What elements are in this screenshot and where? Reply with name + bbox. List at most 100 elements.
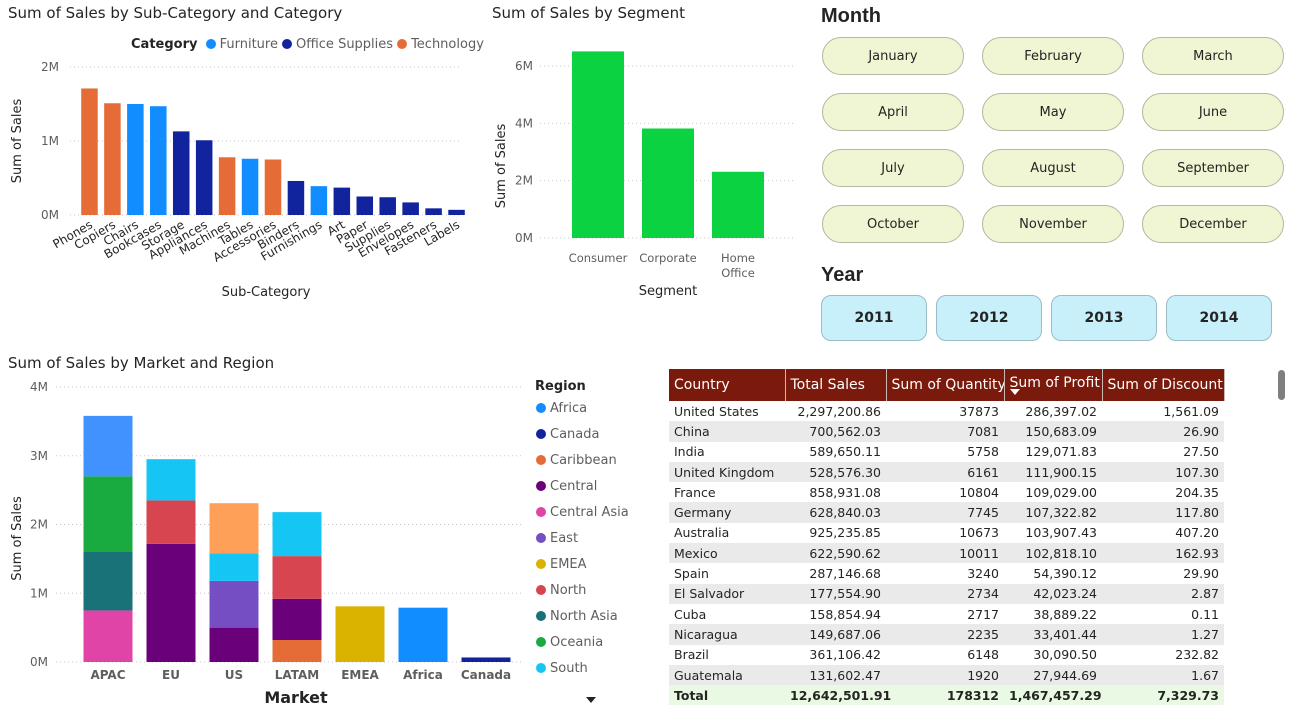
legend-item-caribbean[interactable]: Caribbean (536, 453, 617, 468)
table-row[interactable]: China 700,562.03 7081 150,683.09 26.90 (669, 421, 1224, 442)
legend-item-emea[interactable]: EMEA (536, 557, 587, 572)
y-tick-label: 4M (515, 116, 533, 130)
column-header-sum-of-discount[interactable]: Sum of Discount (1102, 369, 1225, 401)
table-cell: 1,561.09 (1163, 403, 1219, 419)
segment-apac-oceania[interactable] (83, 476, 133, 552)
segment-apac-north-asia[interactable] (83, 552, 133, 611)
legend-dot-icon (536, 403, 546, 413)
bar-chairs[interactable] (127, 104, 144, 215)
month-button-march[interactable]: March (1142, 37, 1284, 75)
segment-us-south[interactable] (209, 553, 259, 581)
bar-phones[interactable] (81, 88, 98, 215)
table-cell: 27.50 (1183, 444, 1219, 460)
year-button-2013[interactable]: 2013 (1051, 295, 1157, 341)
table-cell: 117.80 (1102, 502, 1224, 523)
legend-item-oceania[interactable]: Oceania (536, 635, 603, 650)
table-row[interactable]: India 589,650.11 5758 129,071.83 27.50 (669, 442, 1224, 462)
legend-item-south[interactable]: South (536, 661, 588, 676)
segment-africa-africa[interactable] (398, 607, 448, 662)
table-row[interactable]: Nicaragua 149,687.06 2235 33,401.44 1.27 (669, 624, 1224, 645)
month-button-february[interactable]: February (982, 37, 1124, 75)
table-row[interactable]: El Salvador 177,554.90 2734 42,023.24 2.87 (669, 583, 1224, 604)
segment-us-central[interactable] (209, 627, 259, 662)
bar-furnishings[interactable] (310, 186, 328, 215)
column-header-label: Sum of Quantity (891, 377, 1004, 393)
legend-scroll-down-icon[interactable] (586, 697, 596, 703)
bar-storage[interactable] (172, 131, 190, 215)
bar-machines[interactable] (218, 157, 236, 215)
bar-art[interactable] (333, 187, 351, 215)
y-tick-label: 2M (515, 174, 533, 188)
table-cell: 286,397.02 (1025, 403, 1097, 419)
column-header-sum-of-profit[interactable]: Sum of Profit (1004, 369, 1103, 401)
month-button-april[interactable]: April (822, 93, 964, 131)
bar-supplies[interactable] (379, 197, 396, 215)
bar-fasteners[interactable] (425, 208, 442, 215)
month-button-september[interactable]: September (1142, 149, 1284, 187)
bar-accessories[interactable] (264, 159, 282, 216)
month-button-november[interactable]: November (982, 205, 1124, 243)
column-header-label: Country (674, 377, 730, 393)
bar-appliances[interactable] (195, 140, 213, 215)
table-row[interactable]: United States 2,297,200.86 37873 286,397.02… (669, 401, 1224, 421)
bar-bookcases[interactable] (150, 106, 167, 215)
month-button-january[interactable]: January (822, 37, 964, 75)
legend-item-central-asia[interactable]: Central Asia (536, 505, 629, 520)
month-button-june[interactable]: June (1142, 93, 1284, 131)
segment-eu-north[interactable] (146, 500, 196, 544)
table-row[interactable]: Australia 925,235.85 10673 103,907.43 407.20 (669, 523, 1224, 543)
legend-item-east[interactable]: East (536, 531, 578, 546)
segment-us-east[interactable] (209, 580, 259, 628)
year-button-2014[interactable]: 2014 (1166, 295, 1272, 341)
month-button-october[interactable]: October (822, 205, 964, 243)
table-row[interactable]: Guatemala 131,602.47 1920 27,944.69 1.67 (669, 664, 1224, 686)
column-header-total-sales[interactable]: Total Sales (785, 369, 887, 401)
segment-apac-southeast-asia[interactable] (83, 415, 133, 477)
bar-labels[interactable] (448, 209, 465, 215)
segment-latam-south[interactable] (272, 512, 322, 557)
table-cell: 33,401.44 (1004, 624, 1102, 645)
segment-apac-central-asia[interactable] (83, 610, 133, 662)
segment-us-west[interactable] (209, 503, 259, 554)
year-button-2012[interactable]: 2012 (936, 295, 1042, 341)
table-row[interactable]: Mexico 622,590.62 10011 102,818.10 162.93 (669, 543, 1224, 564)
legend-item-canada[interactable]: Canada (536, 427, 599, 442)
bar-paper[interactable] (356, 196, 374, 216)
segment-latam-central[interactable] (272, 598, 322, 640)
legend-item-north-asia[interactable]: North Asia (536, 609, 618, 624)
segment-eu-central[interactable] (146, 543, 196, 662)
table-row[interactable]: Spain 287,146.68 3240 54,390.12 29.90 (669, 563, 1224, 583)
y-tick-label: 4M (30, 380, 48, 394)
table-row[interactable]: Germany 628,840.03 7745 107,322.82 117.80 (669, 502, 1224, 523)
month-slicer-title: Month (821, 5, 881, 27)
bar-tables[interactable] (241, 158, 259, 215)
column-header-sum-of-quantity[interactable]: Sum of Quantity (886, 369, 1005, 401)
bar-copiers[interactable] (104, 103, 121, 215)
year-button-2011[interactable]: 2011 (821, 295, 927, 341)
bar-binders[interactable] (287, 180, 305, 215)
segment-emea-emea[interactable] (335, 606, 385, 662)
bar-envelopes[interactable] (402, 202, 419, 215)
legend-label: North (550, 583, 587, 598)
month-button-december[interactable]: December (1142, 205, 1284, 243)
table-row[interactable]: France 858,931.08 10804 109,029.00 204.35 (669, 482, 1224, 502)
segment-canada-canada[interactable] (461, 657, 511, 662)
legend-item-africa[interactable]: Africa (536, 401, 587, 416)
month-button-august[interactable]: August (982, 149, 1124, 187)
segment-eu-south[interactable] (146, 459, 196, 501)
table-row[interactable]: Cuba 158,854.94 2717 38,889.22 0.11 (669, 604, 1224, 624)
table-scrollbar[interactable] (1278, 370, 1285, 400)
segment-latam-caribbean[interactable] (272, 640, 322, 662)
bar-home-office[interactable] (712, 171, 764, 238)
legend-item-north[interactable]: North (536, 583, 586, 598)
month-button-may[interactable]: May (982, 93, 1124, 131)
month-button-july[interactable]: July (822, 149, 964, 187)
table-row[interactable]: Brazil 361,106.42 6148 30,090.50 232.82 (669, 645, 1224, 665)
table-row[interactable]: United Kingdom 528,576.30 6161 111,900.15 10… (669, 461, 1224, 483)
bar-corporate[interactable] (642, 128, 694, 238)
column-header-country[interactable]: Country (669, 369, 786, 401)
segment-latam-north[interactable] (272, 556, 322, 599)
legend-item-central[interactable]: Central (536, 479, 597, 494)
table-cell: 6148 (967, 647, 999, 663)
bar-consumer[interactable] (572, 51, 624, 238)
